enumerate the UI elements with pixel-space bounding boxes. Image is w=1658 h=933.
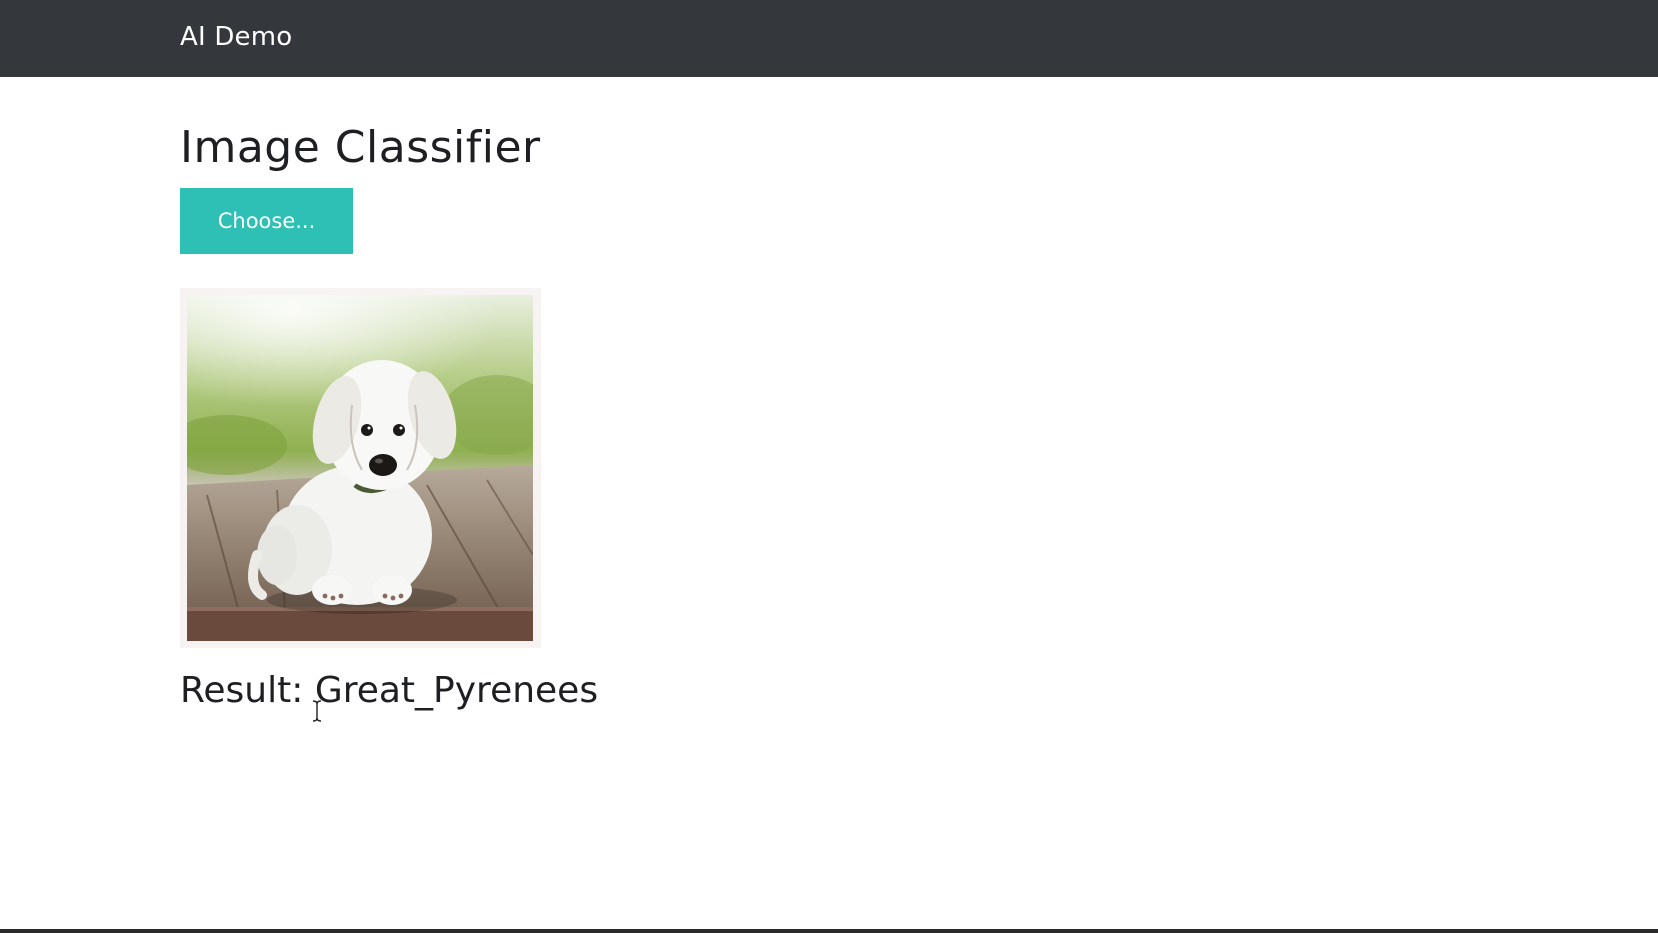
result-text: Result: Great_Pyrenees <box>180 670 598 711</box>
page-title: Image Classifier <box>180 122 541 173</box>
window-bottom-border <box>0 929 1658 933</box>
puppy-photo <box>187 295 533 641</box>
result-value: Great_Pyrenees <box>314 670 599 711</box>
choose-file-button[interactable]: Choose... <box>180 188 353 254</box>
top-navbar: AI Demo <box>0 0 1658 77</box>
image-preview-frame <box>180 288 541 648</box>
text-cursor-icon <box>312 700 322 722</box>
brand-link[interactable]: AI Demo <box>180 22 292 52</box>
result-label: Result: <box>180 670 315 711</box>
